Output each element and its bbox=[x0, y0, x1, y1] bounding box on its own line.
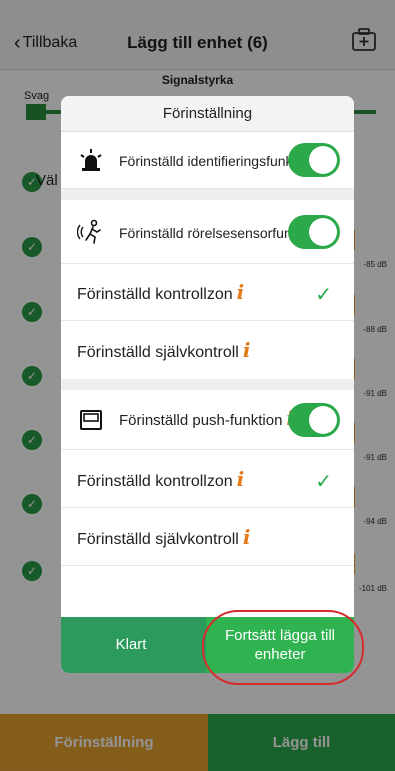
info-icon[interactable]: i bbox=[243, 525, 251, 549]
section-divider bbox=[61, 379, 354, 390]
preset-label: Förinställd push-funktioni bbox=[119, 408, 294, 430]
info-icon[interactable]: i bbox=[237, 467, 245, 491]
preset-row-motion-sensor: Förinställd rörelsesensorfunktioni bbox=[61, 200, 354, 264]
checkmark-icon: ✓ bbox=[315, 470, 332, 493]
motion-sensor-toggle[interactable] bbox=[288, 214, 340, 249]
preset-label: Förinställd självkontroll i bbox=[77, 338, 250, 362]
preset-row-identification: Förinställd identifieringsfunktioni bbox=[61, 132, 354, 189]
preset-row-control-zone[interactable]: Förinställd kontrollzon i ✓ bbox=[61, 450, 354, 508]
preset-row-self-check[interactable]: Förinställd självkontroll i bbox=[61, 508, 354, 566]
done-button[interactable]: Klart bbox=[61, 617, 201, 673]
highlight-circle bbox=[202, 610, 364, 685]
siren-icon bbox=[80, 149, 102, 171]
preset-label-text: Förinställd självkontroll bbox=[77, 530, 239, 548]
info-icon[interactable]: i bbox=[243, 338, 251, 362]
push-device-icon bbox=[80, 409, 102, 430]
preset-label-text: Förinställd identifieringsfunktion bbox=[119, 153, 316, 169]
motion-sensor-icon bbox=[77, 219, 101, 244]
preset-label-text: Förinställd kontrollzon bbox=[77, 472, 233, 490]
preset-row-control-zone[interactable]: Förinställd kontrollzon i ✓ bbox=[61, 264, 354, 321]
preset-label-text: Förinställd självkontroll bbox=[77, 344, 239, 361]
preset-modal: Förinställning Förinställd identifiering… bbox=[61, 96, 354, 673]
checkmark-icon: ✓ bbox=[315, 284, 332, 306]
preset-row-push: Förinställd push-funktioni bbox=[61, 390, 354, 450]
preset-label-text: Förinställd push-funktion bbox=[119, 412, 283, 429]
section-divider bbox=[61, 189, 354, 200]
identification-toggle[interactable] bbox=[288, 143, 340, 177]
preset-label-text: Förinställd kontrollzon bbox=[77, 286, 233, 303]
info-icon[interactable]: i bbox=[237, 280, 245, 304]
preset-label: Förinställd självkontroll i bbox=[77, 525, 250, 549]
preset-label: Förinställd kontrollzon i bbox=[77, 467, 244, 491]
push-toggle[interactable] bbox=[288, 402, 340, 437]
preset-label: Förinställd kontrollzon i bbox=[77, 280, 244, 304]
modal-title: Förinställning bbox=[61, 96, 354, 132]
preset-row-self-check[interactable]: Förinställd självkontroll i bbox=[61, 321, 354, 379]
